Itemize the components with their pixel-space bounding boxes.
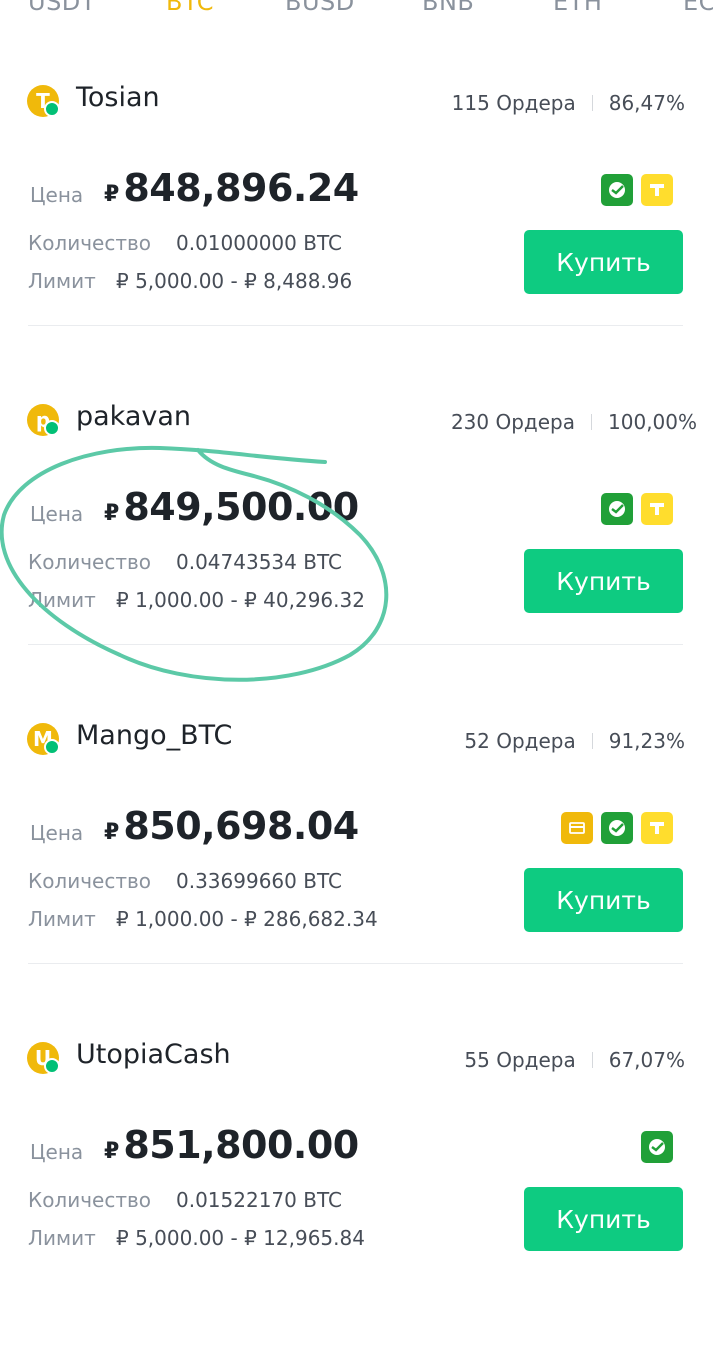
orders-count: 55 Ордера (464, 1048, 576, 1072)
completion-rate: 86,47% (608, 91, 685, 115)
completion-rate: 91,23% (608, 729, 685, 753)
payment-methods (561, 812, 673, 844)
merchant-stats: 55 Ордера 67,07% (464, 1048, 685, 1072)
quantity-label: Количество (28, 231, 152, 255)
highlight-circle-annotation (0, 445, 389, 682)
tab-ec[interactable]: EC (683, 0, 713, 16)
tab-btc[interactable]: BTC (166, 0, 214, 16)
price: ₽850,698.04 (104, 804, 359, 848)
merchant-stats: 52 Ордера 91,23% (464, 729, 685, 753)
payment-methods (641, 1131, 673, 1163)
tinkoff-icon (641, 493, 673, 525)
buy-button[interactable]: Купить (524, 230, 683, 294)
price-value: 851,800.00 (123, 1123, 359, 1167)
limit-value: ₽ 5,000.00 - ₽ 8,488.96 (116, 269, 353, 293)
tinkoff-icon (641, 174, 673, 206)
currency-symbol: ₽ (104, 182, 120, 207)
sberbank-icon (601, 174, 633, 206)
price: ₽851,800.00 (104, 1123, 359, 1167)
buy-button[interactable]: Купить (524, 549, 683, 613)
quantity-value: 0.01000000 BTC (176, 231, 342, 255)
currency-symbol: ₽ (104, 820, 120, 845)
quantity-value: 0.33699660 BTC (176, 869, 342, 893)
divider (28, 963, 683, 964)
offer-card: T Tosian 115 Ордера 86,47% Цена ₽848,896.… (0, 82, 713, 403)
limit-label: Лимит (28, 269, 96, 293)
buy-button[interactable]: Купить (524, 1187, 683, 1251)
price-label: Цена (30, 1140, 84, 1164)
bank-card-icon (561, 812, 593, 844)
completion-rate: 100,00% (608, 410, 697, 434)
merchant-name[interactable]: Tosian (76, 82, 160, 113)
quantity-label: Количество (28, 869, 152, 893)
tinkoff-icon (641, 812, 673, 844)
avatar: T (27, 85, 60, 117)
orders-count: 115 Ордера (451, 91, 576, 115)
quantity-value: 0.01522170 BTC (176, 1188, 342, 1212)
price-label: Цена (30, 821, 84, 845)
merchant-stats: 230 Ордера 100,00% (451, 410, 697, 434)
currency-tabs: USDT BTC BUSD BNB ETH EC (0, 0, 713, 22)
price: ₽848,896.24 (104, 166, 359, 210)
stats-divider (591, 733, 593, 749)
avatar: U (27, 1042, 60, 1074)
stats-divider (591, 1052, 593, 1068)
completion-rate: 67,07% (608, 1048, 685, 1072)
limit-label: Лимит (28, 907, 96, 931)
sberbank-icon (601, 812, 633, 844)
avatar: M (27, 723, 60, 755)
limit-value: ₽ 5,000.00 - ₽ 12,965.84 (116, 1226, 365, 1250)
limit-label: Лимит (28, 1226, 96, 1250)
merchant-name[interactable]: Mango_BTC (76, 720, 232, 751)
online-status-dot (44, 739, 60, 755)
online-status-dot (44, 1058, 60, 1074)
offer-card: U UtopiaCash 55 Ордера 67,07% Цена ₽851,8… (0, 1039, 713, 1360)
stats-divider (591, 95, 593, 111)
payment-methods (601, 174, 673, 206)
stats-divider (591, 414, 593, 430)
currency-symbol: ₽ (104, 1139, 120, 1164)
limit-value: ₽ 1,000.00 - ₽ 286,682.34 (116, 907, 378, 931)
payment-methods (601, 493, 673, 525)
tab-usdt[interactable]: USDT (28, 0, 96, 16)
tab-bnb[interactable]: BNB (422, 0, 474, 16)
merchant-stats: 115 Ордера 86,47% (452, 91, 685, 115)
price-value: 850,698.04 (123, 804, 359, 848)
orders-count: 230 Ордера (450, 410, 576, 434)
price-value: 848,896.24 (123, 166, 359, 210)
divider (28, 325, 683, 326)
buy-button[interactable]: Купить (524, 868, 683, 932)
price-label: Цена (30, 183, 84, 207)
orders-count: 52 Ордера (464, 729, 576, 753)
merchant-name[interactable]: UtopiaCash (76, 1039, 231, 1070)
tab-eth[interactable]: ETH (553, 0, 602, 16)
offer-card: M Mango_BTC 52 Ордера 91,23% Цена ₽850,69… (0, 720, 713, 1041)
tab-busd[interactable]: BUSD (285, 0, 355, 16)
sberbank-icon (601, 493, 633, 525)
online-status-dot (44, 101, 60, 117)
sberbank-icon (641, 1131, 673, 1163)
merchant-name[interactable]: pakavan (76, 401, 191, 432)
quantity-label: Количество (28, 1188, 152, 1212)
